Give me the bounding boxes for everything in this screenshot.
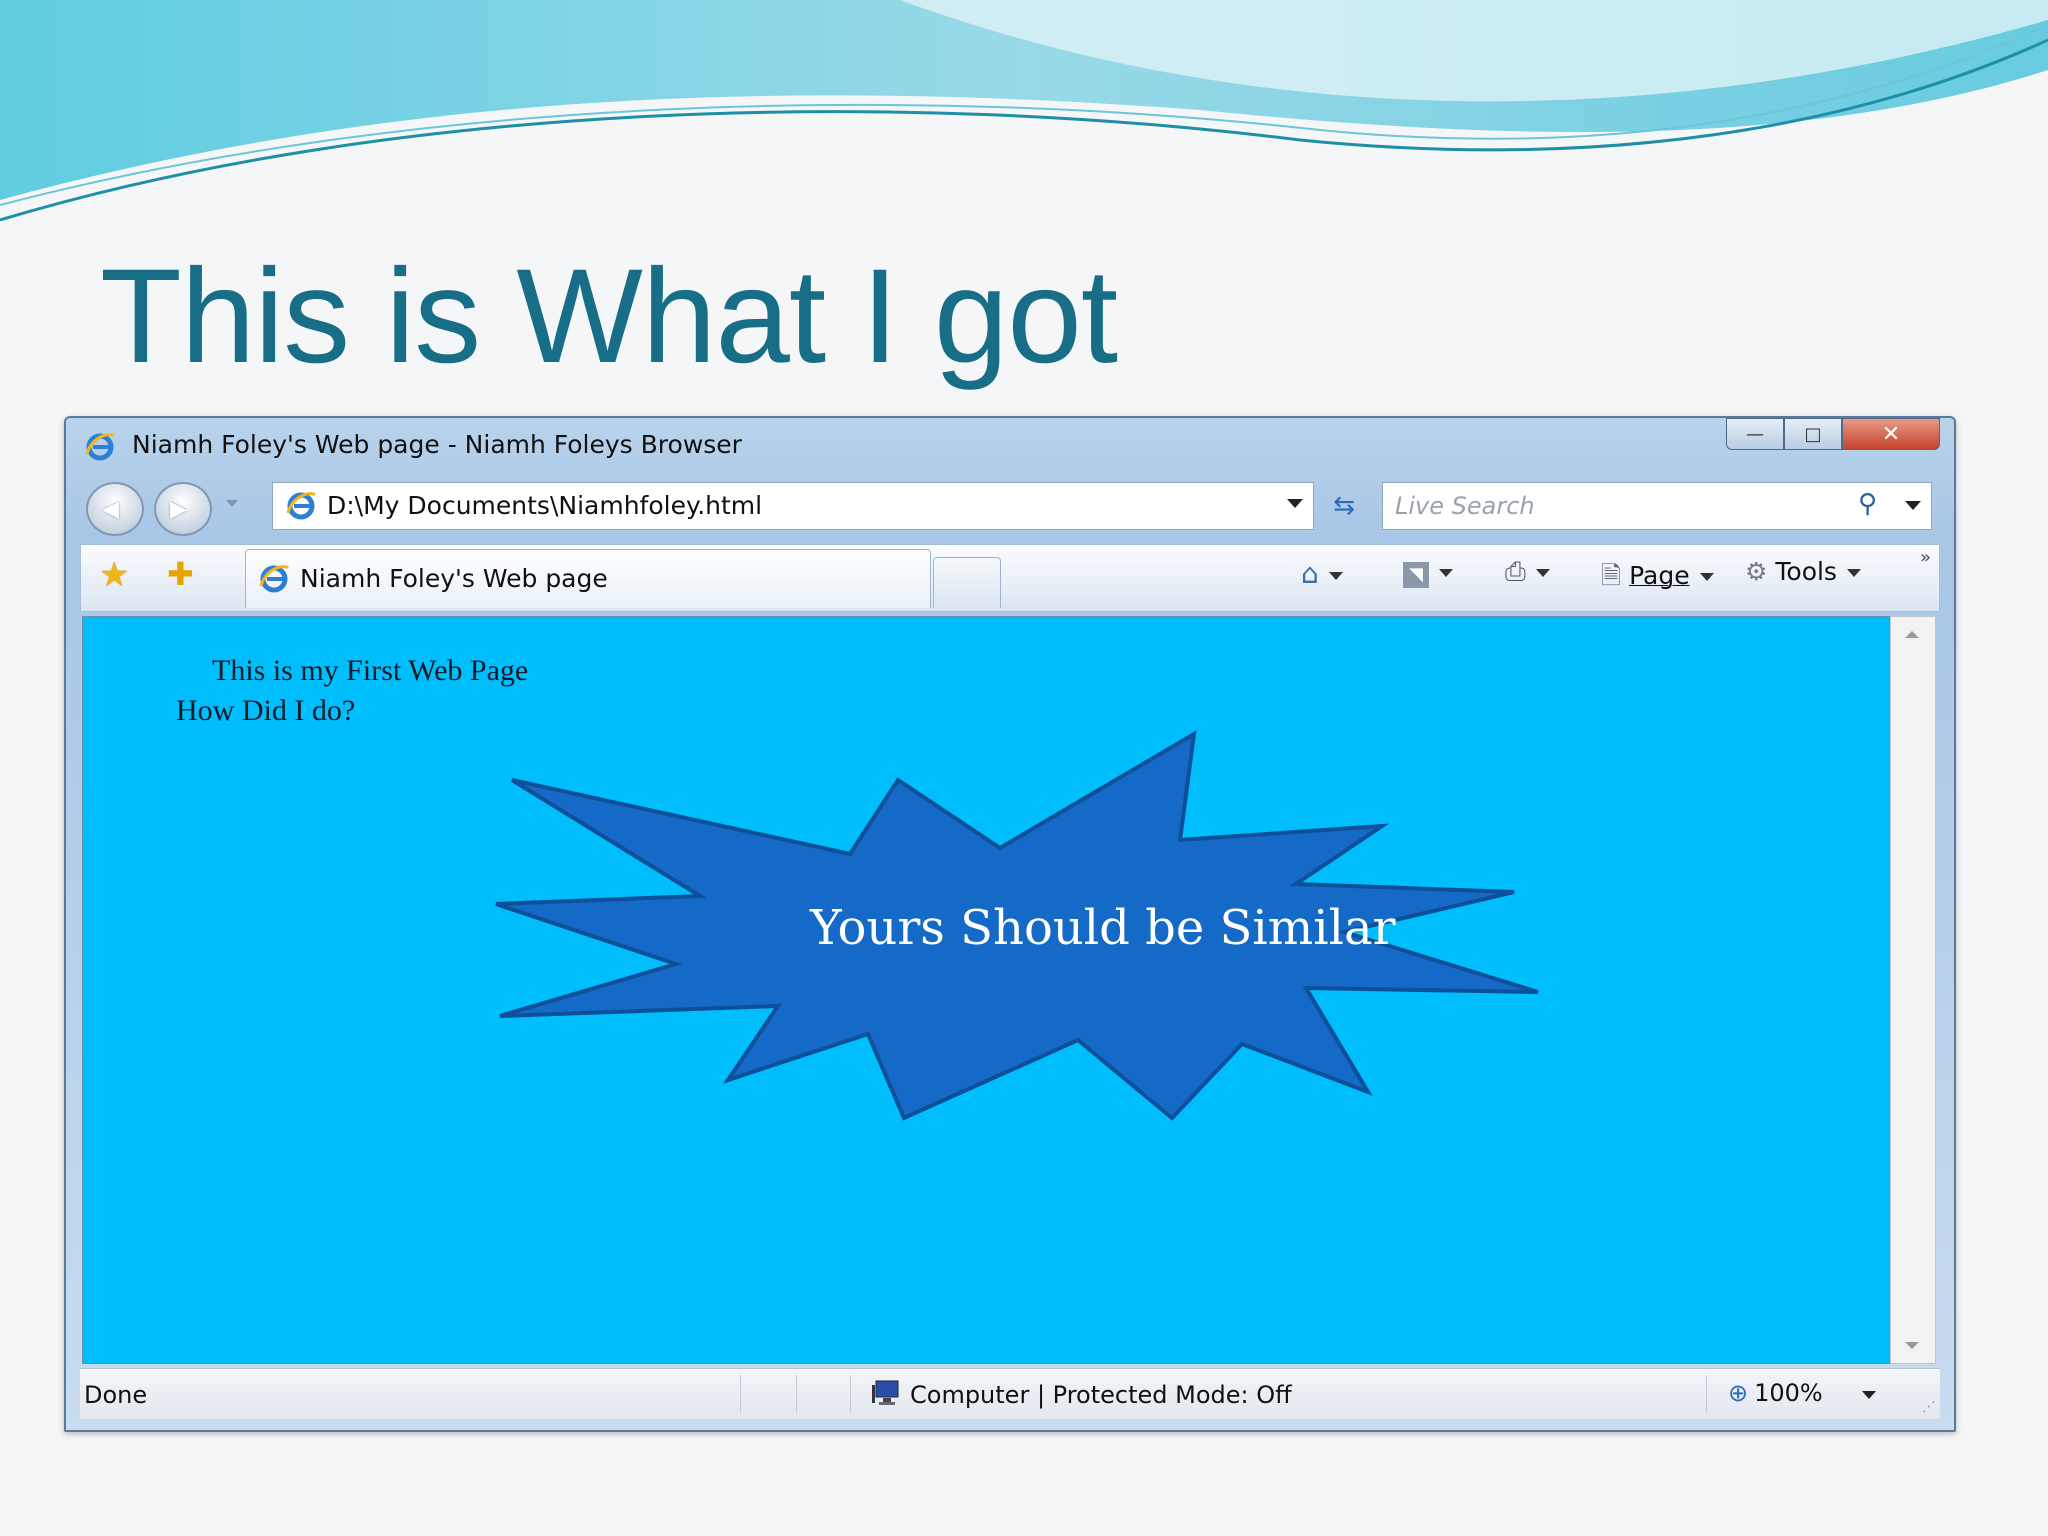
status-separator <box>1706 1375 1707 1413</box>
security-zone-text[interactable]: Computer | Protected Mode: Off <box>910 1381 1292 1409</box>
resize-grip-icon[interactable]: ⋰ <box>1922 1399 1936 1415</box>
status-separator <box>740 1375 741 1413</box>
zoom-dropdown-icon[interactable] <box>1862 1391 1876 1399</box>
status-separator <box>850 1375 851 1413</box>
browser-window: Niamh Foley's Web page - Niamh Foleys Br… <box>64 416 1956 1432</box>
zoom-control[interactable]: ⊕ 100% <box>1728 1379 1823 1407</box>
zoom-level: 100% <box>1754 1379 1823 1407</box>
zoom-icon: ⊕ <box>1728 1379 1749 1407</box>
header-wave-decoration <box>0 0 2048 222</box>
status-separator <box>796 1375 797 1413</box>
status-bar: Done Computer | Protected Mode: Off ⊕ 100… <box>80 1368 1940 1419</box>
slide-title: This is What I got <box>100 242 1118 391</box>
computer-icon <box>872 1380 899 1405</box>
starburst-text: Yours Should be Similar <box>810 900 1396 956</box>
status-text: Done <box>84 1381 148 1409</box>
